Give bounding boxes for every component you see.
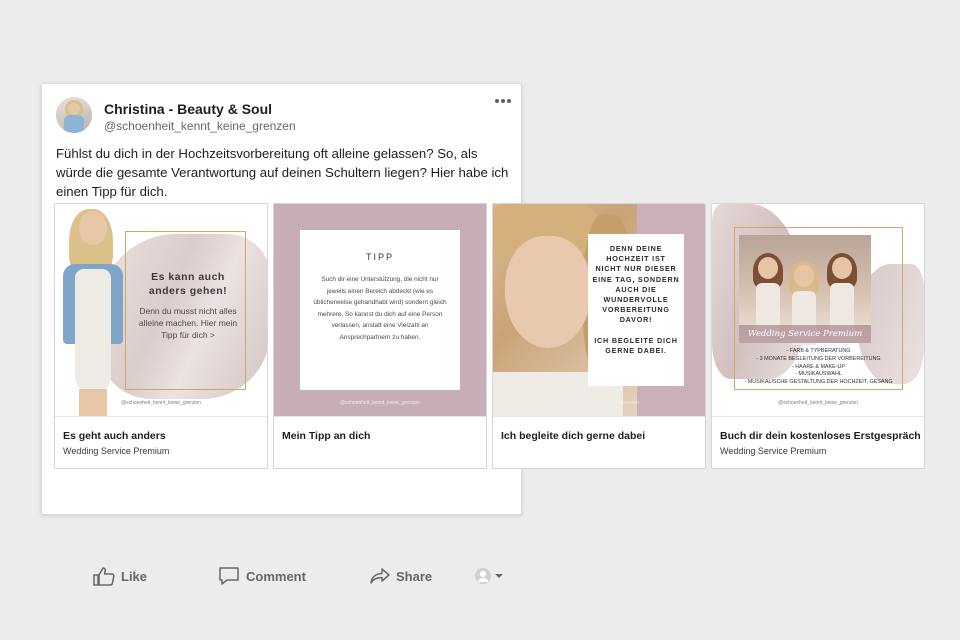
- comment-bubble-icon: [219, 567, 239, 585]
- carousel-caption-4[interactable]: Buch dir dein kostenloses Erstgespräch W…: [712, 416, 924, 468]
- thumbs-up-icon: [93, 567, 115, 586]
- chevron-down-icon: [495, 574, 503, 578]
- slide-service-list: - Farb & Typberatung - 3 Monate Begleitu…: [744, 348, 893, 386]
- comment-label: Comment: [246, 568, 306, 584]
- audience-selector[interactable]: [474, 566, 504, 586]
- slide-body: Denn du musst nicht alles alleine machen…: [138, 306, 238, 340]
- author-handle[interactable]: @schoenheit_kennt_keine_grenzen: [104, 119, 296, 133]
- carousel-image-4[interactable]: Wedding Service Premium - Farb & Typbera…: [712, 204, 924, 416]
- carousel-caption-3[interactable]: Ich begleite dich gerne dabei: [493, 416, 705, 468]
- like-label: Like: [121, 568, 148, 584]
- share-arrow-icon: [370, 568, 390, 584]
- share-button[interactable]: Share: [370, 566, 432, 586]
- carousel-subtitle: Wedding Service Premium: [63, 446, 170, 456]
- quote-card: DENN DEINE HOCHZEIT IST NICHT NUR DIESER…: [588, 234, 684, 386]
- slide-handle: @schoenheit_kennt_keine_grenzen: [121, 400, 201, 406]
- avatar[interactable]: [56, 97, 92, 133]
- slide-heading: TIPP: [365, 252, 394, 262]
- carousel-image-1[interactable]: Es kann auch anders gehen! Denn du musst…: [55, 204, 267, 416]
- author-name[interactable]: Christina - Beauty & Soul: [104, 101, 272, 117]
- post-text: Fühlst du dich in der Hochzeitsvorbereit…: [56, 146, 509, 199]
- share-label: Share: [396, 568, 433, 584]
- carousel-title: Ich begleite dich gerne dabei: [501, 430, 646, 442]
- carousel-title: Mein Tipp an dich: [282, 430, 371, 442]
- tip-card: TIPP Such dir eine Unterstützung, die ni…: [300, 230, 460, 390]
- slide-body: Such dir eine Unterstützung, die nicht n…: [313, 276, 447, 341]
- slide-script-title: Wedding Service Premium: [739, 325, 871, 343]
- carousel-subtitle: Wedding Service Premium: [720, 446, 827, 456]
- carousel-item-3[interactable]: DENN DEINE HOCHZEIT IST NICHT NUR DIESER…: [492, 203, 706, 469]
- audience-selector-icon: [475, 568, 491, 584]
- slide-body: DENN DEINE HOCHZEIT IST NICHT NUR DIESER…: [592, 244, 680, 356]
- carousel-item-2[interactable]: TIPP Such dir eine Unterstützung, die ni…: [273, 203, 487, 469]
- carousel-title: Buch dir dein kostenloses Erstgespräch: [720, 430, 921, 442]
- carousel-caption-2[interactable]: Mein Tipp an dich: [274, 416, 486, 468]
- woman-photo: [57, 209, 131, 416]
- slide-handle: @schoenheit_kennt_keine_grenzen: [559, 400, 639, 406]
- carousel-image-3[interactable]: DENN DEINE HOCHZEIT IST NICHT NUR DIESER…: [493, 204, 705, 416]
- carousel-item-1[interactable]: Es kann auch anders gehen! Denn du musst…: [54, 203, 268, 469]
- comment-button[interactable]: Comment: [218, 566, 306, 586]
- carousel-item-4[interactable]: Wedding Service Premium - Farb & Typbera…: [711, 203, 925, 469]
- more-options-icon[interactable]: [493, 94, 513, 108]
- carousel-title: Es geht auch anders: [63, 430, 166, 442]
- slide-handle: @schoenheit_kennt_keine_grenzen: [340, 400, 420, 406]
- carousel-caption-1[interactable]: Es geht auch anders Wedding Service Prem…: [55, 416, 267, 468]
- action-bar: Like Comment Share: [42, 554, 523, 594]
- slide-handle: @schoenheit_kennt_keine_grenzen: [778, 400, 858, 406]
- slide-heading: Es kann auch anders gehen!: [148, 271, 228, 297]
- carousel-image-2[interactable]: TIPP Such dir eine Unterstützung, die ni…: [274, 204, 486, 416]
- like-button[interactable]: Like: [93, 566, 147, 586]
